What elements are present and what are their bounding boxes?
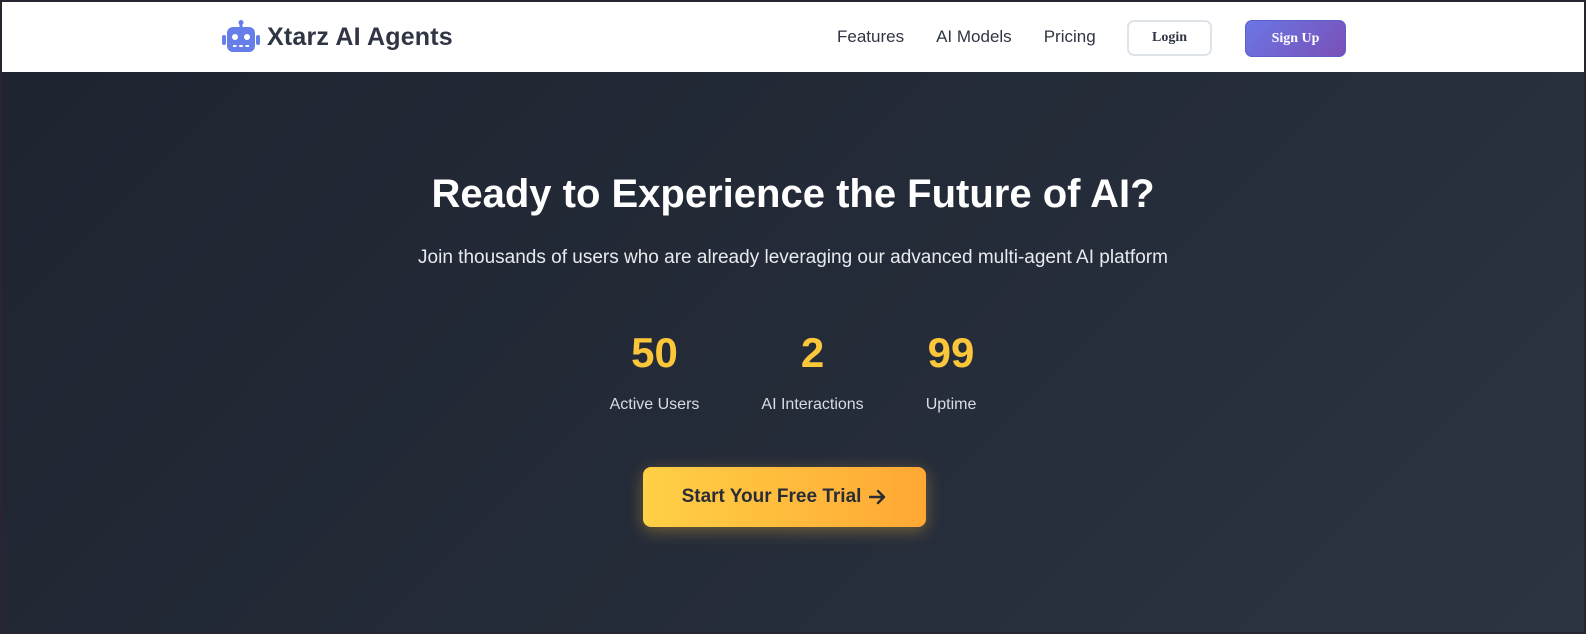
navbar: Xtarz AI Agents Features AI Models Prici…: [2, 2, 1584, 72]
nav-link-pricing[interactable]: Pricing: [1044, 27, 1096, 47]
cta-label: Start Your Free Trial: [681, 486, 862, 507]
stat-label: Uptime: [925, 396, 977, 413]
stat-uptime: 99 Uptime: [926, 329, 977, 414]
stat-ai-interactions: 2 AI Interactions: [761, 329, 863, 414]
cta-subtitle: Join thousands of users who are already …: [418, 247, 1168, 268]
stat-value: 2: [800, 329, 825, 376]
login-button[interactable]: Login: [1127, 20, 1212, 56]
stat-value: 99: [927, 329, 975, 376]
stats-row: 50 Active Users 2 AI Interactions 99 Upt…: [2, 329, 1584, 414]
start-free-trial-button[interactable]: Start Your Free Trial: [643, 467, 926, 527]
cta-title: Ready to Experience the Future of AI?: [431, 172, 1155, 216]
signup-button[interactable]: Sign Up: [1245, 20, 1346, 57]
stat-active-users: 50 Active Users: [610, 329, 700, 414]
stat-label: Active Users: [609, 396, 700, 413]
stat-value: 50: [631, 329, 678, 376]
arrow-right-icon: [869, 489, 886, 505]
main-nav: Features AI Models Pricing: [837, 2, 1096, 72]
page: Xtarz AI Agents Features AI Models Prici…: [0, 0, 1586, 634]
brand-name: Xtarz AI Agents: [267, 22, 453, 51]
cta-section: Ready to Experience the Future of AI? Jo…: [2, 72, 1584, 632]
robot-icon: [222, 20, 260, 52]
stat-label: AI Interactions: [761, 396, 864, 413]
nav-link-features[interactable]: Features: [837, 27, 904, 47]
nav-link-ai-models[interactable]: AI Models: [936, 27, 1012, 47]
brand-logo[interactable]: Xtarz AI Agents: [222, 20, 453, 54]
